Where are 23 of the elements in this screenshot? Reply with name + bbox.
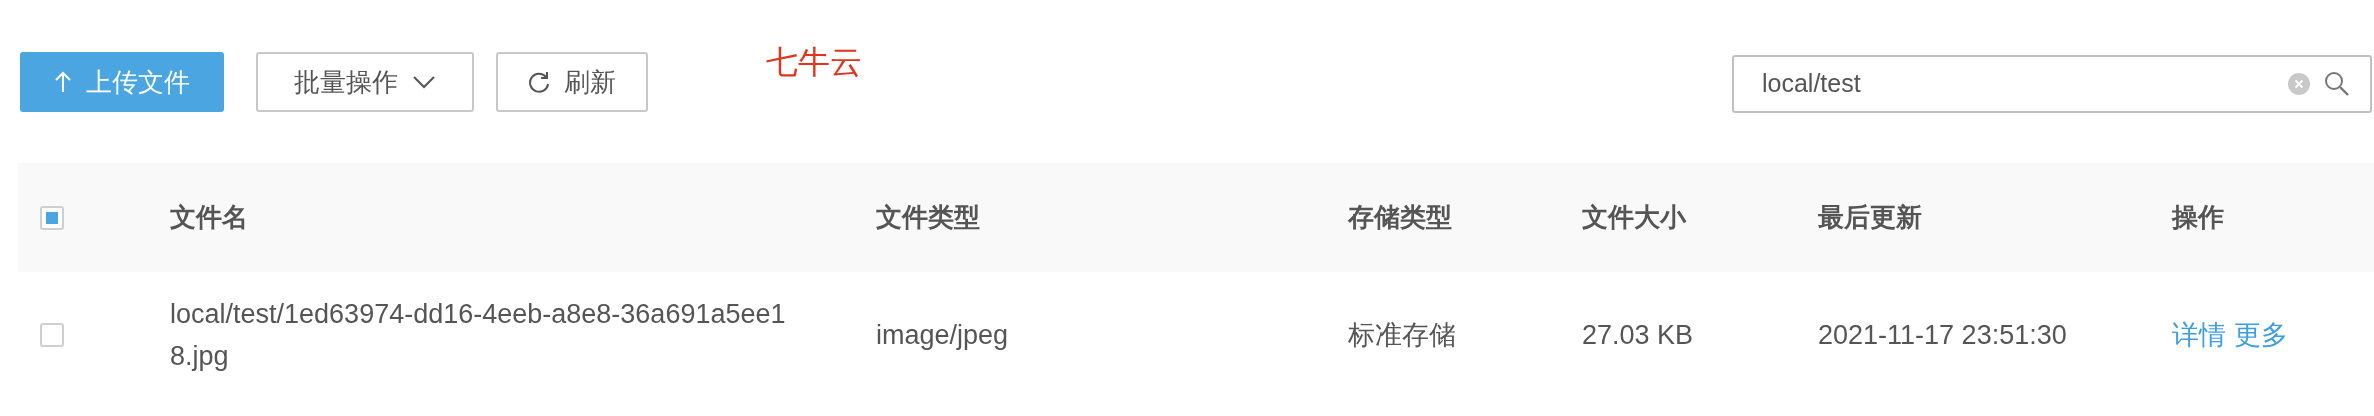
column-header: 最后更新 — [1818, 202, 1922, 232]
table-cell-text: 27.03 KB — [1582, 318, 1695, 352]
brand-text: 七牛云 — [766, 43, 862, 82]
column-header: 存储类型 — [1348, 202, 1452, 232]
refresh-icon — [528, 71, 550, 93]
select-all-checkbox[interactable] — [40, 205, 64, 230]
batch-dropdown-button[interactable]: 批量操作 — [256, 52, 474, 112]
column-header: 文件大小 — [1582, 202, 1686, 232]
search-icon[interactable] — [2324, 71, 2350, 97]
search-field[interactable]: local/test — [1760, 64, 2274, 104]
refresh-button[interactable]: 刷新 — [496, 52, 648, 112]
search-bar[interactable]: local/test — [1732, 55, 2372, 113]
table-cell-text: image/jpeg — [876, 318, 1010, 352]
column-header: 操作 — [2172, 202, 2224, 232]
caret-icon — [412, 75, 436, 89]
table-cell-text: 2021-11-17 23:51:30 — [1818, 318, 2068, 352]
column-header: 文件类型 — [876, 202, 980, 232]
upload-arrow-icon — [54, 71, 72, 93]
clear-icon[interactable] — [2288, 73, 2310, 95]
table-cell-text: local/test/1ed63974-dd16-4eeb-a8e8-36a691a5ee18.jpg — [170, 297, 787, 373]
column-header: 文件名 — [170, 202, 248, 232]
row-checkbox[interactable] — [40, 322, 64, 347]
table-cell-text: 标准存储 — [1348, 318, 1457, 352]
